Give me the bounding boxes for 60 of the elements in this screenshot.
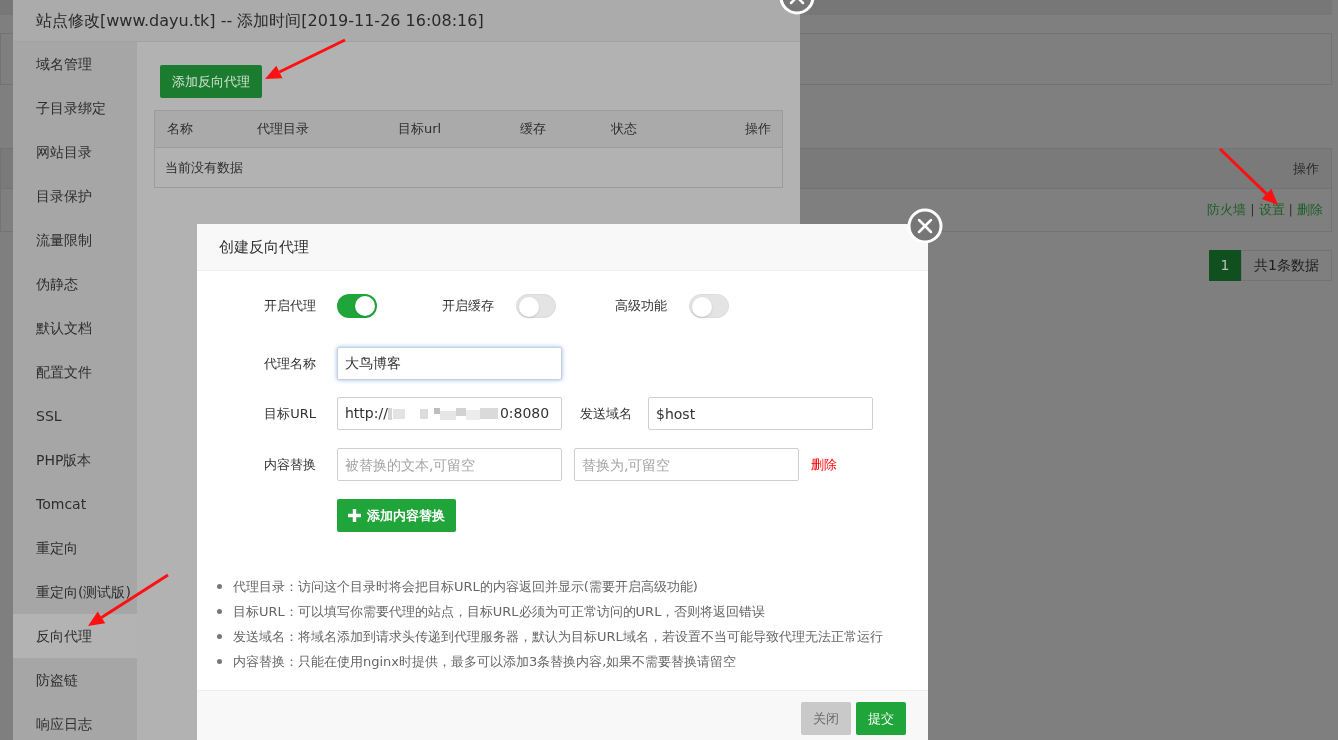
close-icon[interactable] — [907, 208, 943, 244]
toggle-switch[interactable] — [689, 294, 729, 318]
annotation-arrow — [1218, 147, 1278, 205]
sidebar-item[interactable]: 重定向(测试版) — [13, 570, 137, 614]
field-label: 代理名称 — [263, 354, 316, 373]
column-header: 缓存 — [520, 120, 547, 139]
column-header: 操作 — [1293, 159, 1319, 178]
dialog-title: 站点修改[www.dayu.tk] -- 添加时间[2019-11-26 16:08:16] — [36, 9, 484, 32]
add-replace-button[interactable]: 添加内容替换 — [337, 499, 456, 532]
sidebar-item[interactable]: 响应日志 — [13, 702, 137, 740]
column-header: 名称 — [167, 120, 194, 139]
link-separator: | — [1250, 201, 1255, 220]
sidebar-item[interactable]: SSL — [13, 394, 137, 438]
plus-icon — [348, 509, 361, 522]
bullet-icon — [217, 634, 222, 639]
column-header: 目标url — [398, 120, 443, 139]
toggle-switch[interactable] — [337, 294, 377, 318]
sidebar-item[interactable]: 目录保护 — [13, 174, 137, 218]
sidebar-item[interactable]: 防盗链 — [13, 658, 137, 702]
link-separator: | — [1288, 201, 1293, 220]
sidebar-item[interactable]: 配置文件 — [13, 350, 137, 394]
name-field[interactable]: 大鸟博客 — [337, 347, 562, 380]
help-note: 发送域名：将域名添加到请求头传递到代理服务器，默认为目标URL域名，若设置不当可能导致代理无法正常运行 — [233, 627, 883, 646]
sidebar-item[interactable]: 重定向 — [13, 526, 137, 570]
bullet-icon — [217, 609, 222, 614]
column-header: 操作 — [745, 120, 771, 139]
sidebar-item[interactable]: 网站目录 — [13, 130, 137, 174]
bullet-icon — [217, 659, 222, 664]
replace-to-field[interactable]: 替换为,可留空 — [574, 448, 799, 481]
help-note: 目标URL：可以填写你需要代理的站点，目标URL必须为可正常访问的URL，否则将返回错误 — [233, 602, 766, 621]
sidebar-item[interactable]: 子目录绑定 — [13, 86, 137, 130]
sidebar-item[interactable]: 域名管理 — [13, 42, 137, 86]
url-field[interactable]: http:// 0:8080 — [337, 397, 562, 430]
sidebar-item[interactable]: PHP版本 — [13, 438, 137, 482]
bullet-icon — [217, 584, 222, 589]
field-label: 内容替换 — [263, 455, 316, 474]
empty-message: 当前没有数据 — [165, 158, 243, 177]
field-label: 目标URL — [263, 404, 316, 423]
sidebar-item[interactable]: 反向代理 — [13, 614, 137, 658]
page-button[interactable]: 1 — [1209, 250, 1242, 281]
field-label: 发送域名 — [580, 404, 632, 423]
column-header: 状态 — [611, 120, 638, 139]
sidebar-item[interactable]: 流量限制 — [13, 218, 137, 262]
sidebar-item[interactable]: 默认文档 — [13, 306, 137, 350]
host-field[interactable]: $host — [648, 397, 873, 430]
sidebar-item[interactable]: Tomcat — [13, 482, 137, 526]
toggle-label: 开启缓存 — [442, 297, 494, 316]
dialog-title: 创建反向代理 — [219, 236, 309, 258]
help-note: 代理目录：访问这个目录时将会把目标URL的内容返回并显示(需要开启高级功能) — [233, 577, 698, 596]
toggle-label: 开启代理 — [263, 297, 316, 316]
total-count: 共1条数据 — [1241, 250, 1332, 281]
add-proxy-button[interactable]: 添加反向代理 — [160, 65, 262, 98]
toggle-label: 高级功能 — [615, 297, 667, 316]
replace-from-field[interactable]: 被替换的文本,可留空 — [337, 448, 562, 481]
sidebar-item[interactable]: 伪静态 — [13, 262, 137, 306]
submit-button[interactable]: 提交 — [856, 702, 906, 735]
column-header: 代理目录 — [257, 120, 310, 139]
help-note: 内容替换：只能在使用nginx时提供，最多可以添加3条替换内容,如果不需要替换请留空 — [233, 652, 737, 671]
toggle-switch[interactable] — [516, 294, 556, 318]
delete-link[interactable]: 删除 — [811, 454, 837, 475]
